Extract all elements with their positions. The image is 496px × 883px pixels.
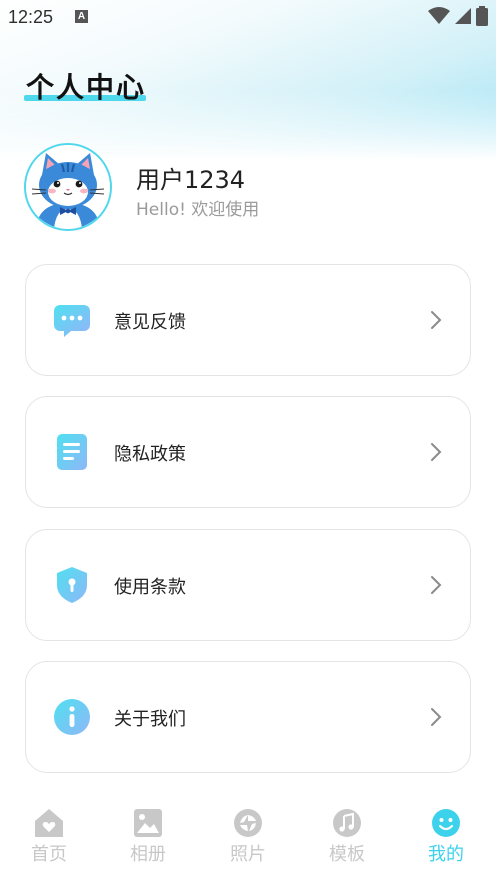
- menu-item-label: 关于我们: [114, 709, 186, 730]
- home-icon: [35, 809, 63, 837]
- chat-bubble-icon: [54, 305, 90, 337]
- bottom-tab-bar: 首页 相册 照片 模板 我的: [0, 800, 496, 883]
- menu-item-label: 隐私政策: [114, 444, 186, 465]
- notification-a-icon: A: [75, 10, 88, 23]
- chevron-right-icon: [431, 708, 442, 726]
- info-icon: [54, 699, 90, 735]
- document-icon: [57, 434, 87, 470]
- tab-album[interactable]: 相册: [108, 808, 188, 866]
- menu-item-label: 意见反馈: [114, 312, 186, 333]
- chevron-right-icon: [431, 576, 442, 594]
- battery-icon: [476, 6, 488, 26]
- tab-label: 首页: [31, 844, 67, 865]
- tab-label: 照片: [230, 844, 266, 865]
- menu-item-privacy[interactable]: 隐私政策: [25, 396, 471, 508]
- image-icon: [134, 809, 162, 837]
- status-icons: [428, 6, 488, 26]
- wifi-icon: [428, 7, 450, 24]
- status-bar: 12:25 A: [0, 0, 496, 34]
- cat-avatar-icon: [26, 145, 110, 229]
- chevron-right-icon: [431, 311, 442, 329]
- tab-label: 相册: [130, 844, 166, 865]
- status-time: 12:25: [8, 7, 54, 27]
- shield-icon: [57, 567, 87, 603]
- menu-item-terms[interactable]: 使用条款: [25, 529, 471, 641]
- tab-photos[interactable]: 照片: [208, 808, 288, 866]
- menu-item-feedback[interactable]: 意见反馈: [25, 264, 471, 376]
- page-title: 个人中心: [26, 71, 147, 104]
- menu-item-about[interactable]: 关于我们: [25, 661, 471, 773]
- avatar[interactable]: [24, 143, 112, 231]
- photo-aperture-icon: [234, 809, 262, 837]
- user-name: 用户1234: [136, 166, 246, 194]
- chevron-right-icon: [431, 443, 442, 461]
- signal-icon: [455, 8, 471, 24]
- tab-label: 我的: [428, 844, 464, 865]
- tab-label: 模板: [329, 844, 365, 865]
- smiley-icon: [432, 809, 460, 837]
- tab-home[interactable]: 首页: [9, 808, 89, 866]
- tab-mine[interactable]: 我的: [406, 808, 486, 866]
- user-greeting: Hello! 欢迎使用: [136, 200, 260, 220]
- music-note-icon: [333, 809, 361, 837]
- menu-item-label: 使用条款: [114, 577, 186, 598]
- tab-templates[interactable]: 模板: [307, 808, 387, 866]
